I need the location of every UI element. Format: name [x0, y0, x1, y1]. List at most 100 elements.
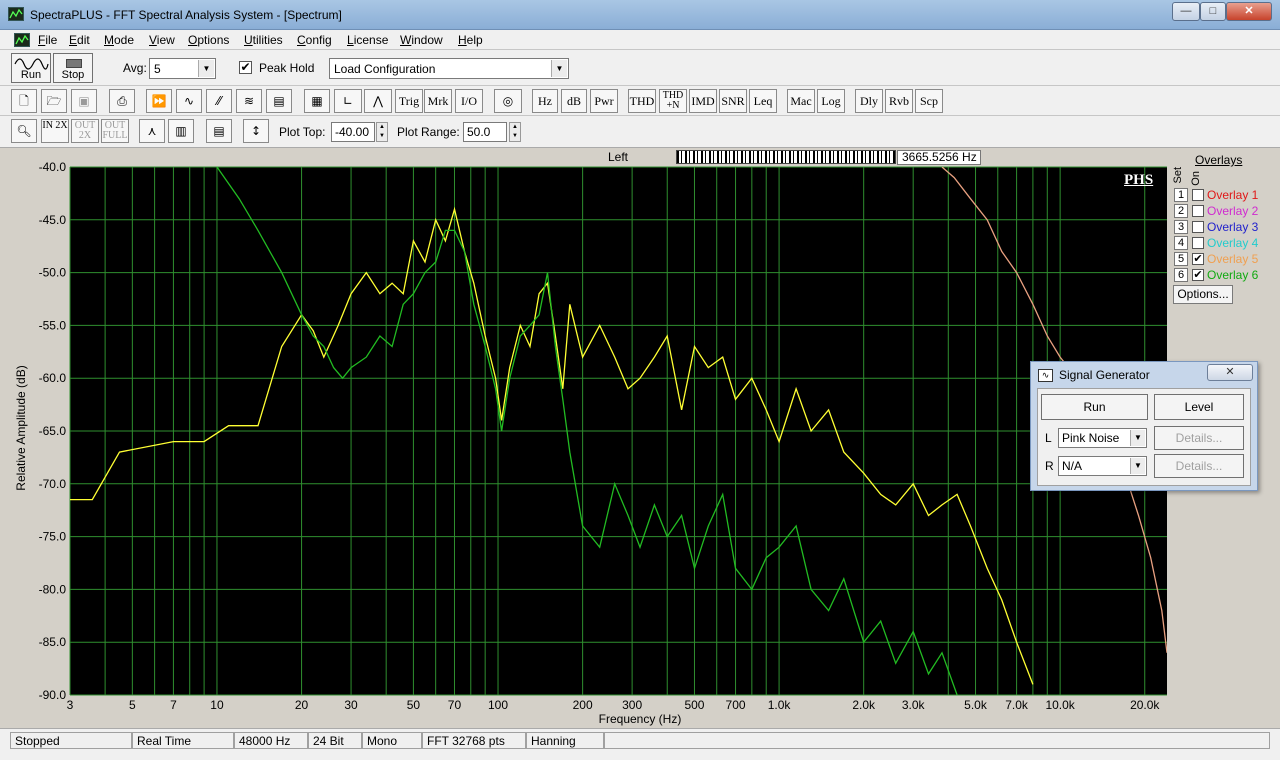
y-tick-label: -80.0: [39, 582, 67, 596]
menu-utilities[interactable]: Utilities: [244, 33, 283, 47]
wave-edit-icon[interactable]: ∿: [176, 89, 202, 113]
run-label: Run: [20, 69, 42, 81]
zoom-full-button[interactable]: OUT FULL: [101, 119, 129, 143]
overlay-set-button[interactable]: 6: [1174, 268, 1188, 282]
menu-mode[interactable]: Mode: [104, 33, 134, 47]
document-icon[interactable]: [14, 33, 30, 47]
overlay-set-button[interactable]: 5: [1174, 252, 1188, 266]
overlays-title: Overlays: [1195, 153, 1243, 167]
marker-button[interactable]: Mrk: [424, 89, 452, 113]
magnifier-icon[interactable]: 🔍︎: [11, 119, 37, 143]
overlay-name: Overlay 1: [1207, 188, 1259, 202]
rvb-button[interactable]: Rvb: [885, 89, 913, 113]
generator-run-button[interactable]: Run: [1041, 394, 1148, 420]
print-icon[interactable]: ⎙: [109, 89, 135, 113]
y-tick-label: -50.0: [39, 266, 67, 280]
overlay-set-button[interactable]: 4: [1174, 236, 1188, 250]
overlay-set-button[interactable]: 2: [1174, 204, 1188, 218]
dly-button[interactable]: Dly: [855, 89, 883, 113]
zoom-in-button[interactable]: IN 2X: [41, 119, 69, 143]
overlay-on-checkbox[interactable]: ✔: [1192, 253, 1204, 265]
menu-options[interactable]: Options: [188, 33, 229, 47]
x-tick-label: 200: [573, 698, 593, 712]
overlay-set-button[interactable]: 3: [1174, 220, 1188, 234]
open-folder-icon[interactable]: 🗁: [41, 89, 67, 113]
menu-window[interactable]: Window: [400, 33, 443, 47]
left-signal-select[interactable]: Pink Noise ▼: [1058, 428, 1147, 448]
menu-license[interactable]: License: [347, 33, 388, 47]
overlay-name: Overlay 6: [1207, 268, 1259, 282]
zoom-out-button[interactable]: OUT 2X: [71, 119, 99, 143]
generator-level-button[interactable]: Level: [1154, 394, 1244, 420]
overlay-on-checkbox[interactable]: [1192, 221, 1204, 233]
menu-config[interactable]: Config: [297, 33, 332, 47]
x-tick-label: 700: [726, 698, 746, 712]
plot-top-spinner[interactable]: ▲ ▼: [376, 122, 388, 142]
x-tick-label: 2.0k: [852, 698, 876, 712]
line-plot-icon[interactable]: ⋏: [139, 119, 165, 143]
x-tick-label: 10.0k: [1045, 698, 1075, 712]
chevron-down-icon: ▼: [1130, 430, 1145, 446]
snr-button[interactable]: SNR: [719, 89, 747, 113]
spectrogram-icon[interactable]: ▤: [266, 89, 292, 113]
plot-range-spinner[interactable]: ▲ ▼: [509, 122, 521, 142]
spectrum-chart[interactable]: Relative Amplitude (dB) Frequency (Hz) -…: [10, 152, 1170, 728]
thd-button[interactable]: THD: [628, 89, 656, 113]
waterfall-icon[interactable]: ≋: [236, 89, 262, 113]
peak-hold-label: Peak Hold: [259, 61, 315, 75]
config-select[interactable]: Load Configuration ▼: [329, 58, 569, 79]
menu-view[interactable]: View: [149, 33, 175, 47]
avg-select[interactable]: 5 ▼: [149, 58, 216, 79]
menu-file[interactable]: File: [38, 33, 57, 47]
weighting-icon[interactable]: ⋀: [364, 89, 392, 113]
db-button[interactable]: dB: [561, 89, 587, 113]
signal-generator-body: Run Level L Pink Noise ▼ Details... R N/A…: [1037, 388, 1251, 486]
trig-button[interactable]: Trig: [395, 89, 423, 113]
ramp-icon[interactable]: ⁄⁄: [206, 89, 232, 113]
hz-button[interactable]: Hz: [532, 89, 558, 113]
overlay-on-checkbox[interactable]: [1192, 205, 1204, 217]
leq-button[interactable]: Leq: [749, 89, 777, 113]
right-signal-select[interactable]: N/A ▼: [1058, 456, 1147, 476]
minimize-button[interactable]: —: [1172, 2, 1200, 21]
signal-generator-icon[interactable]: ◎: [494, 89, 522, 113]
log-button[interactable]: Log: [817, 89, 845, 113]
plot-settings-icon[interactable]: ▤: [206, 119, 232, 143]
mac-button[interactable]: Mac: [787, 89, 815, 113]
signal-generator-close-button[interactable]: ✕: [1207, 364, 1253, 381]
overlay-on-checkbox[interactable]: [1192, 237, 1204, 249]
axis-icon[interactable]: ∟: [334, 89, 362, 113]
x-tick-label: 100: [488, 698, 508, 712]
status-sample-rate: 48000 Hz: [234, 732, 308, 749]
io-button[interactable]: I/O: [455, 89, 483, 113]
pwr-button[interactable]: Pwr: [590, 89, 618, 113]
menu-help[interactable]: Help: [458, 33, 483, 47]
overlay-on-checkbox[interactable]: [1192, 189, 1204, 201]
fast-forward-icon[interactable]: ⏩: [146, 89, 172, 113]
app-icon: [8, 7, 24, 21]
thd-n-button[interactable]: THD +N: [659, 89, 687, 113]
menu-edit[interactable]: Edit: [69, 33, 90, 47]
overlay-set-button[interactable]: 1: [1174, 188, 1188, 202]
stop-label: Stop: [61, 69, 85, 81]
peak-hold-checkbox[interactable]: ✔: [239, 61, 252, 74]
report-icon[interactable]: ▦: [304, 89, 330, 113]
plot-range-input[interactable]: [463, 122, 507, 142]
stop-button[interactable]: Stop: [53, 53, 93, 83]
overlay-on-checkbox[interactable]: ✔: [1192, 269, 1204, 281]
save-disk-icon[interactable]: ▣: [71, 89, 97, 113]
scp-button[interactable]: Scp: [915, 89, 943, 113]
run-button[interactable]: Run: [11, 53, 51, 83]
plot-top-input[interactable]: [331, 122, 375, 142]
new-file-icon[interactable]: 🗋: [11, 89, 37, 113]
close-button[interactable]: ✕: [1226, 2, 1272, 21]
plot-top-label: Plot Top:: [279, 125, 326, 139]
x-tick-label: 5: [129, 698, 136, 712]
bar-plot-icon[interactable]: ▥: [168, 119, 194, 143]
overlay-options-button[interactable]: Options...: [1173, 285, 1233, 304]
vertical-scale-icon[interactable]: ↕: [243, 119, 269, 143]
imd-button[interactable]: IMD: [689, 89, 717, 113]
maximize-button[interactable]: □: [1200, 2, 1226, 21]
left-details-button[interactable]: Details...: [1154, 426, 1244, 450]
right-details-button[interactable]: Details...: [1154, 454, 1244, 478]
